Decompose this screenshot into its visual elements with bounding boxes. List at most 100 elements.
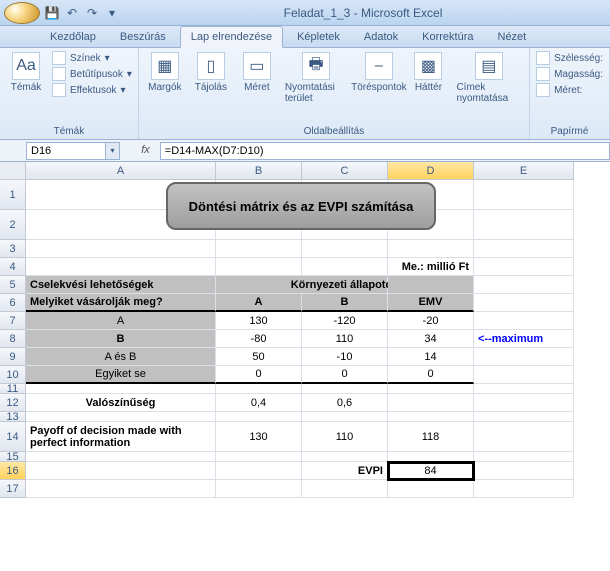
cell-e13[interactable]: [474, 412, 574, 422]
cell-d12[interactable]: [388, 394, 474, 412]
cell-c5[interactable]: Környezeti állapotok: [302, 276, 388, 294]
cell-b8[interactable]: -80: [216, 330, 302, 348]
cell-d7[interactable]: -20: [388, 312, 474, 330]
cell-d15[interactable]: [388, 452, 474, 462]
cell-a17[interactable]: [26, 480, 216, 498]
cell-grid[interactable]: Döntési mátrix és az EVPI számítása Me.:…: [26, 180, 610, 498]
rowhead-1[interactable]: 1: [0, 180, 26, 210]
effects-button[interactable]: Effektusok ▾: [52, 82, 132, 98]
redo-icon[interactable]: ↷: [84, 5, 100, 21]
rowhead-4[interactable]: 4: [0, 258, 26, 276]
cell-c6[interactable]: B: [302, 294, 388, 312]
cell-d6[interactable]: EMV: [388, 294, 474, 312]
cell-e14[interactable]: [474, 422, 574, 452]
rowhead-2[interactable]: 2: [0, 210, 26, 240]
scale-row[interactable]: Méret:: [536, 82, 603, 98]
cell-c14[interactable]: 110: [302, 422, 388, 452]
cell-b15[interactable]: [216, 452, 302, 462]
cell-c9[interactable]: -10: [302, 348, 388, 366]
cell-b9[interactable]: 50: [216, 348, 302, 366]
cell-c16[interactable]: EVPI: [302, 462, 388, 480]
cell-c3[interactable]: [302, 240, 388, 258]
cell-e12[interactable]: [474, 394, 574, 412]
undo-icon[interactable]: ↶: [64, 5, 80, 21]
rowhead-6[interactable]: 6: [0, 294, 26, 312]
cell-a9[interactable]: A és B: [26, 348, 216, 366]
rowhead-9[interactable]: 9: [0, 348, 26, 366]
tab-formulas[interactable]: Képletek: [287, 27, 350, 47]
cell-c12[interactable]: 0,6: [302, 394, 388, 412]
cell-b7[interactable]: 130: [216, 312, 302, 330]
tab-pagelayout[interactable]: Lap elrendezése: [180, 26, 283, 48]
width-row[interactable]: Szélesség:: [536, 50, 603, 66]
cell-a14[interactable]: Payoff of decision made with perfect inf…: [26, 422, 216, 452]
cell-c10[interactable]: 0: [302, 366, 388, 384]
cell-a12[interactable]: Valószínűség: [26, 394, 216, 412]
cell-c7[interactable]: -120: [302, 312, 388, 330]
cell-e16[interactable]: [474, 462, 574, 480]
cell-d3[interactable]: [388, 240, 474, 258]
colhead-a[interactable]: A: [26, 162, 216, 180]
cell-a11[interactable]: [26, 384, 216, 394]
cell-e8[interactable]: <--maximum: [474, 330, 574, 348]
background-button[interactable]: ▩Háttér: [408, 50, 448, 95]
cell-e11[interactable]: [474, 384, 574, 394]
cell-b13[interactable]: [216, 412, 302, 422]
orientation-button[interactable]: ▯Tájolás: [191, 50, 231, 95]
cell-b17[interactable]: [216, 480, 302, 498]
cell-c13[interactable]: [302, 412, 388, 422]
cell-b12[interactable]: 0,4: [216, 394, 302, 412]
cell-a15[interactable]: [26, 452, 216, 462]
colhead-b[interactable]: B: [216, 162, 302, 180]
tab-view[interactable]: Nézet: [488, 27, 537, 47]
rowhead-3[interactable]: 3: [0, 240, 26, 258]
namebox-dropdown[interactable]: ▾: [106, 142, 120, 160]
cell-d11[interactable]: [388, 384, 474, 394]
cell-c11[interactable]: [302, 384, 388, 394]
printarea-button[interactable]: 🖶Nyomtatási terület: [283, 50, 349, 106]
cell-b16[interactable]: [216, 462, 302, 480]
rowhead-17[interactable]: 17: [0, 480, 26, 498]
cell-c15[interactable]: [302, 452, 388, 462]
cell-d10[interactable]: 0: [388, 366, 474, 384]
cell-b5[interactable]: [216, 276, 302, 294]
size-button[interactable]: ▭Méret: [237, 50, 277, 95]
cell-e15[interactable]: [474, 452, 574, 462]
cell-c4[interactable]: [302, 258, 388, 276]
formula-bar[interactable]: =D14-MAX(D7:D10): [160, 142, 610, 160]
cell-e6[interactable]: [474, 294, 574, 312]
margins-button[interactable]: ▦Margók: [145, 50, 185, 95]
cell-a3[interactable]: [26, 240, 216, 258]
cell-a16[interactable]: [26, 462, 216, 480]
cell-e1[interactable]: [474, 180, 574, 210]
cell-c8[interactable]: 110: [302, 330, 388, 348]
cell-a4[interactable]: [26, 258, 216, 276]
cell-e9[interactable]: [474, 348, 574, 366]
rowhead-15[interactable]: 15: [0, 452, 26, 462]
cell-a7[interactable]: A: [26, 312, 216, 330]
fonts-button[interactable]: Betűtípusok ▾: [52, 66, 132, 82]
cell-d16[interactable]: 84: [388, 462, 474, 480]
rowhead-8[interactable]: 8: [0, 330, 26, 348]
rowhead-14[interactable]: 14: [0, 422, 26, 452]
rowhead-12[interactable]: 12: [0, 394, 26, 412]
colors-button[interactable]: Színek ▾: [52, 50, 132, 66]
cell-d17[interactable]: [388, 480, 474, 498]
tab-insert[interactable]: Beszúrás: [110, 27, 176, 47]
title-shape[interactable]: Döntési mátrix és az EVPI számítása: [166, 182, 436, 230]
cell-a5[interactable]: Cselekvési lehetőségek: [26, 276, 216, 294]
cell-b14[interactable]: 130: [216, 422, 302, 452]
print-titles-button[interactable]: ▤Címek nyomtatása: [454, 50, 523, 106]
cell-e2[interactable]: [474, 210, 574, 240]
colhead-c[interactable]: C: [302, 162, 388, 180]
cell-d8[interactable]: 34: [388, 330, 474, 348]
tab-data[interactable]: Adatok: [354, 27, 408, 47]
cell-b3[interactable]: [216, 240, 302, 258]
name-box[interactable]: D16: [26, 142, 106, 160]
cell-a13[interactable]: [26, 412, 216, 422]
tab-home[interactable]: Kezdőlap: [40, 27, 106, 47]
cell-a6[interactable]: Melyiket vásárolják meg?: [26, 294, 216, 312]
cell-e3[interactable]: [474, 240, 574, 258]
rowhead-7[interactable]: 7: [0, 312, 26, 330]
qat-dropdown-icon[interactable]: ▾: [104, 5, 120, 21]
